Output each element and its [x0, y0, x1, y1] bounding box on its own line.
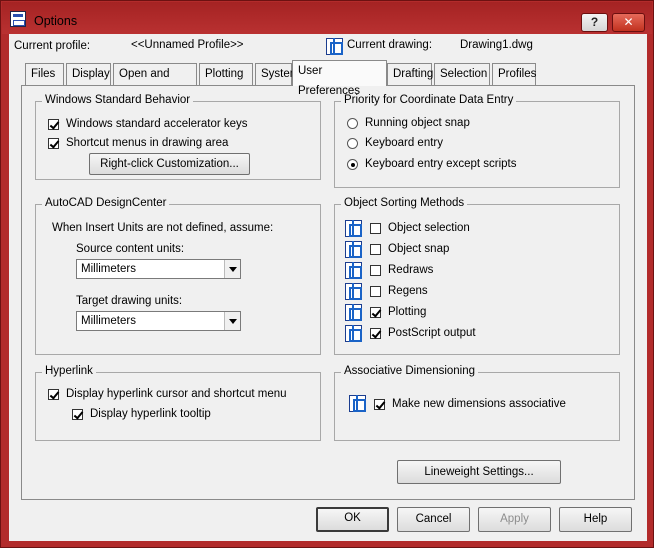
object-snap-label: Object snap: [388, 243, 450, 255]
keyboard-entry-except-scripts-radio[interactable]: [347, 159, 358, 170]
target-units-label: Target drawing units:: [76, 295, 183, 307]
shortcut-menus-checkbox[interactable]: [48, 138, 59, 149]
current-profile-value: <<Unnamed Profile>>: [131, 39, 244, 51]
lineweight-settings-button[interactable]: Lineweight Settings...: [397, 460, 561, 484]
tab-display[interactable]: Display: [66, 63, 111, 85]
regens-checkbox[interactable]: [370, 286, 381, 297]
plotting-checkbox[interactable]: [370, 307, 381, 318]
source-units-label: Source content units:: [76, 243, 185, 255]
current-drawing-icon: [326, 38, 343, 55]
hyperlink-cursor-label: Display hyperlink cursor and shortcut me…: [66, 388, 287, 400]
tab-files[interactable]: Files: [25, 63, 64, 85]
options-window: Options ? ✕ Current profile: <<Unnamed P…: [0, 0, 654, 548]
group-title: AutoCAD DesignCenter: [42, 197, 170, 209]
plotting-icon: [345, 304, 362, 321]
group-title: Object Sorting Methods: [341, 197, 468, 209]
accelerator-keys-checkbox[interactable]: [48, 119, 59, 130]
help-title-button[interactable]: ?: [581, 13, 608, 32]
coordinate-priority-group: Priority for Coordinate Data Entry Runni…: [334, 94, 620, 188]
object-sorting-group: Object Sorting Methods Object selection …: [334, 197, 620, 355]
associative-dimension-icon: [349, 395, 366, 412]
object-snap-checkbox[interactable]: [370, 244, 381, 255]
plotting-label: Plotting: [388, 306, 427, 318]
tab-profiles[interactable]: Profiles: [492, 63, 536, 85]
group-title: Priority for Coordinate Data Entry: [341, 94, 517, 106]
tab-user-preferences[interactable]: User Preferences: [292, 60, 387, 97]
dialog-client: Current profile: <<Unnamed Profile>> Cur…: [9, 34, 647, 541]
postscript-output-label: PostScript output: [388, 327, 476, 339]
tab-open-and-save[interactable]: Open and Save: [113, 63, 197, 100]
ok-button[interactable]: OK: [316, 507, 389, 532]
object-selection-icon: [345, 220, 362, 237]
keyboard-entry-label: Keyboard entry: [365, 137, 443, 149]
chevron-down-icon[interactable]: [224, 260, 240, 278]
associative-dimensions-checkbox[interactable]: [374, 399, 385, 410]
chevron-down-icon[interactable]: [224, 312, 240, 330]
tab-drafting[interactable]: Drafting: [387, 63, 433, 85]
insert-units-instruction: When Insert Units are not defined, assum…: [52, 222, 274, 234]
running-object-snap-radio[interactable]: [347, 118, 358, 129]
redraws-label: Redraws: [388, 264, 434, 276]
regens-label: Regens: [388, 285, 428, 297]
close-button[interactable]: ✕: [612, 13, 645, 32]
redraws-checkbox[interactable]: [370, 265, 381, 276]
keyboard-entry-except-scripts-label: Keyboard entry except scripts: [365, 158, 517, 170]
group-title: Windows Standard Behavior: [42, 94, 194, 106]
hyperlink-cursor-checkbox[interactable]: [48, 389, 59, 400]
group-title: Hyperlink: [42, 365, 96, 377]
postscript-output-checkbox[interactable]: [370, 328, 381, 339]
cancel-button[interactable]: Cancel: [397, 507, 470, 532]
current-drawing-value: Drawing1.dwg: [460, 39, 533, 51]
tab-selection[interactable]: Selection: [434, 63, 490, 85]
shortcut-menus-label: Shortcut menus in drawing area: [66, 137, 229, 149]
hyperlink-tooltip-checkbox[interactable]: [72, 409, 83, 420]
windows-behavior-group: Windows Standard Behavior Windows standa…: [35, 94, 321, 180]
help-button[interactable]: Help: [559, 507, 632, 532]
designcenter-group: AutoCAD DesignCenter When Insert Units a…: [35, 197, 321, 355]
object-snap-icon: [345, 241, 362, 258]
hyperlink-group: Hyperlink Display hyperlink cursor and s…: [35, 365, 321, 441]
running-object-snap-label: Running object snap: [365, 117, 470, 129]
associative-dimensions-label: Make new dimensions associative: [392, 398, 566, 410]
tab-system[interactable]: System: [255, 63, 299, 85]
source-units-select[interactable]: Millimeters: [76, 259, 241, 279]
accelerator-keys-label: Windows standard accelerator keys: [66, 118, 248, 130]
autocad-app-icon: [10, 11, 26, 27]
associative-dimensioning-group: Associative Dimensioning Make new dimens…: [334, 365, 620, 441]
target-units-select[interactable]: Millimeters: [76, 311, 241, 331]
user-preferences-panel: Windows Standard Behavior Windows standa…: [21, 85, 635, 500]
apply-button[interactable]: Apply: [478, 507, 551, 532]
regens-icon: [345, 283, 362, 300]
tab-plotting[interactable]: Plotting: [199, 63, 253, 85]
current-profile-label: Current profile:: [14, 40, 91, 52]
keyboard-entry-radio[interactable]: [347, 138, 358, 149]
postscript-output-icon: [345, 325, 362, 342]
right-click-customization-button[interactable]: Right-click Customization...: [89, 153, 250, 175]
hyperlink-tooltip-label: Display hyperlink tooltip: [90, 408, 211, 420]
object-selection-checkbox[interactable]: [370, 223, 381, 234]
object-selection-label: Object selection: [388, 222, 470, 234]
current-drawing-label: Current drawing:: [347, 39, 433, 51]
window-title: Options: [34, 14, 78, 28]
redraws-icon: [345, 262, 362, 279]
group-title: Associative Dimensioning: [341, 365, 479, 377]
title-bar[interactable]: Options ? ✕: [2, 2, 652, 34]
